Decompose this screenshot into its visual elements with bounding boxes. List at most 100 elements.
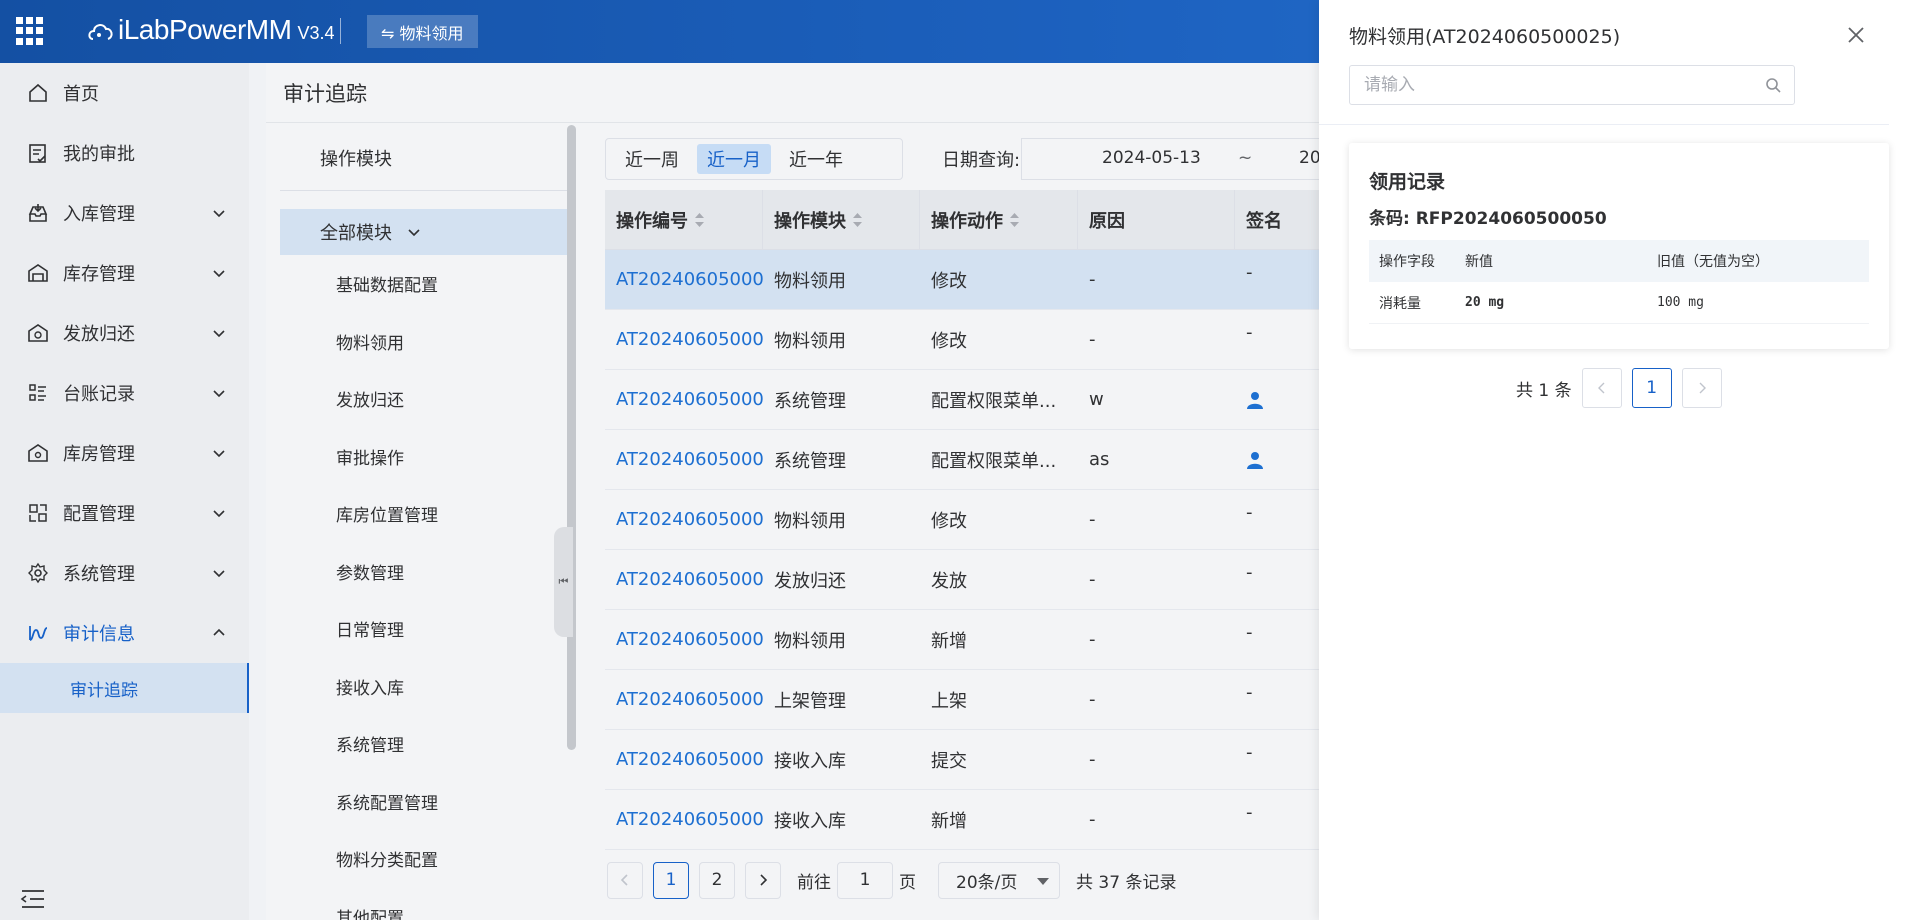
table-row[interactable]: AT2024060500019 物料领用 新增 - - [605, 610, 1325, 670]
sidebar: 首页 我的审批 入库管理 库存管理 发放归还 台账记录 库房管理 配置管理 系统… [0, 63, 249, 920]
table-row[interactable]: AT2024060500017 接收入库 提交 - - [605, 730, 1325, 790]
operation-id-link[interactable]: AT2024060500022 [605, 430, 763, 489]
operation-id-link[interactable]: AT2024060500023 [605, 370, 763, 429]
module-item[interactable]: 物料分类配置 [280, 830, 570, 888]
range-year-button[interactable]: 近一年 [779, 144, 853, 174]
sidebar-item-label: 系统管理 [63, 564, 135, 585]
page-button-2[interactable]: 2 [699, 861, 735, 899]
sidebar-item-label: 入库管理 [63, 204, 135, 225]
table-row[interactable]: AT2024060500021 物料领用 修改 - - [605, 490, 1325, 550]
panel-collapse-handle[interactable]: ⏮ [554, 527, 573, 637]
table-row[interactable]: AT2024060500020 发放归还 发放 - - [605, 550, 1325, 610]
cell-module: 发放归还 [774, 570, 846, 592]
sidebar-item-ledger[interactable]: 台账记录 [0, 363, 249, 423]
cell-sign: - [1246, 562, 1253, 583]
apps-grid-icon[interactable] [16, 17, 44, 45]
operation-id-link[interactable]: AT2024060500016 [605, 790, 763, 849]
storeroom-icon [27, 442, 49, 464]
sidebar-item-system[interactable]: 系统管理 [0, 543, 249, 603]
prev-page-button[interactable] [1581, 368, 1622, 408]
column-header[interactable]: 操作编号 [605, 190, 763, 249]
page-button-1[interactable]: 1 [653, 861, 689, 899]
chevron-down-icon [213, 270, 225, 278]
table-row[interactable]: AT2024060500016 接收入库 新增 - - [605, 790, 1325, 850]
prev-page-button[interactable] [607, 861, 643, 899]
cell-module: 接收入库 [774, 750, 846, 772]
module-scrollbar[interactable] [567, 125, 576, 750]
drawer-divider [1319, 124, 1889, 125]
sidebar-item-label: 库存管理 [63, 264, 135, 285]
total-records: 共 37 条记录 [1076, 872, 1177, 893]
goto-page-input[interactable]: 1 [837, 861, 893, 899]
operation-id-link[interactable]: AT2024060500018 [605, 670, 763, 729]
operation-id-link[interactable]: AT2024060500020 [605, 550, 763, 609]
cell-sign[interactable] [1235, 430, 1325, 489]
app-logo[interactable]: iLabPowerMM V3.4 [86, 14, 334, 48]
sidebar-item-config[interactable]: 配置管理 [0, 483, 249, 543]
module-item[interactable]: 物料领用 [280, 313, 570, 371]
sidebar-item-inbound[interactable]: 入库管理 [0, 183, 249, 243]
chevron-left-icon [1597, 382, 1605, 394]
range-week-button[interactable]: 近一周 [615, 144, 689, 174]
page-size-select[interactable]: 20条/页 [938, 861, 1060, 899]
module-item[interactable]: 参数管理 [280, 543, 570, 601]
operation-id-link[interactable]: AT2024060500025 [605, 250, 763, 309]
module-item[interactable]: 发放归还 [280, 370, 570, 428]
column-header[interactable]: 操作模块 [763, 190, 920, 249]
table-row[interactable]: AT2024060500025 物料领用 修改 - - [605, 250, 1325, 310]
operation-id-link[interactable]: AT2024060500024 [605, 310, 763, 369]
user-signature-icon[interactable] [1246, 451, 1264, 469]
table-row[interactable]: AT2024060500023 系统管理 配置权限菜单... w [605, 370, 1325, 430]
module-item[interactable]: 基础数据配置 [280, 255, 570, 313]
cell-action: 新增 [931, 630, 967, 652]
hand-icon [27, 322, 49, 344]
module-item[interactable]: 接收入库 [280, 658, 570, 716]
sort-icon[interactable] [694, 211, 705, 229]
cell-module: 物料领用 [774, 330, 846, 352]
collapse-menu-icon[interactable] [20, 888, 46, 910]
table-row[interactable]: AT2024060500018 上架管理 上架 - - [605, 670, 1325, 730]
column-header[interactable]: 操作动作 [920, 190, 1078, 249]
close-icon[interactable] [1846, 25, 1866, 45]
sidebar-subitem-audit-trail[interactable]: 审计追踪 [0, 663, 249, 713]
module-all[interactable]: 全部模块 [280, 209, 570, 255]
sidebar-item-audit[interactable]: 审计信息 [0, 603, 249, 663]
range-month-button[interactable]: 近一月 [697, 144, 771, 174]
search-icon[interactable] [1765, 77, 1782, 94]
chevron-right-icon [760, 874, 768, 886]
sort-icon[interactable] [1009, 211, 1020, 229]
next-page-button[interactable] [1681, 368, 1722, 408]
date-range-picker[interactable]: 2024-05-13 ~ 2024-06-13 [1021, 138, 1329, 180]
module-item[interactable]: 库房位置管理 [280, 485, 570, 543]
config-icon [27, 502, 49, 524]
cell-sign: - [1246, 622, 1253, 643]
table-header: 操作编号 操作模块 操作动作 原因 签名 [605, 190, 1325, 250]
module-item[interactable]: 系统配置管理 [280, 773, 570, 831]
cell-action: 新增 [931, 810, 967, 832]
module-item[interactable]: 系统管理 [280, 715, 570, 773]
audit-table: 操作编号 操作模块 操作动作 原因 签名 AT2024060500025 物料领… [605, 190, 1325, 850]
search-input[interactable] [1350, 66, 1760, 104]
module-item[interactable]: 其他配置 [280, 888, 570, 920]
page-button-1[interactable]: 1 [1631, 368, 1672, 408]
table-row[interactable]: AT2024060500022 系统管理 配置权限菜单... as [605, 430, 1325, 490]
sidebar-item-home[interactable]: 首页 [0, 63, 249, 123]
next-page-button[interactable] [745, 861, 781, 899]
sidebar-item-approval[interactable]: 我的审批 [0, 123, 249, 183]
record-card: 领用记录 条码: RFP2024060500050 操作字段 新值 旧值（无值为… [1349, 143, 1889, 349]
module-switch-button[interactable]: ⇋ 物料领用 [367, 15, 478, 48]
operation-id-link[interactable]: AT2024060500017 [605, 730, 763, 789]
table-row[interactable]: AT2024060500024 物料领用 修改 - - [605, 310, 1325, 370]
cell-sign[interactable] [1235, 370, 1325, 429]
cloud-logo-icon [88, 24, 113, 40]
sidebar-item-inventory[interactable]: 库存管理 [0, 243, 249, 303]
module-item[interactable]: 审批操作 [280, 428, 570, 486]
operation-id-link[interactable]: AT2024060500021 [605, 490, 763, 549]
module-item[interactable]: 日常管理 [280, 600, 570, 658]
sort-icon[interactable] [852, 211, 863, 229]
sidebar-item-storeroom[interactable]: 库房管理 [0, 423, 249, 483]
sidebar-item-issue-return[interactable]: 发放归还 [0, 303, 249, 363]
drawer-total: 共 1 条 [1516, 380, 1572, 401]
user-signature-icon[interactable] [1246, 391, 1264, 409]
operation-id-link[interactable]: AT2024060500019 [605, 610, 763, 669]
